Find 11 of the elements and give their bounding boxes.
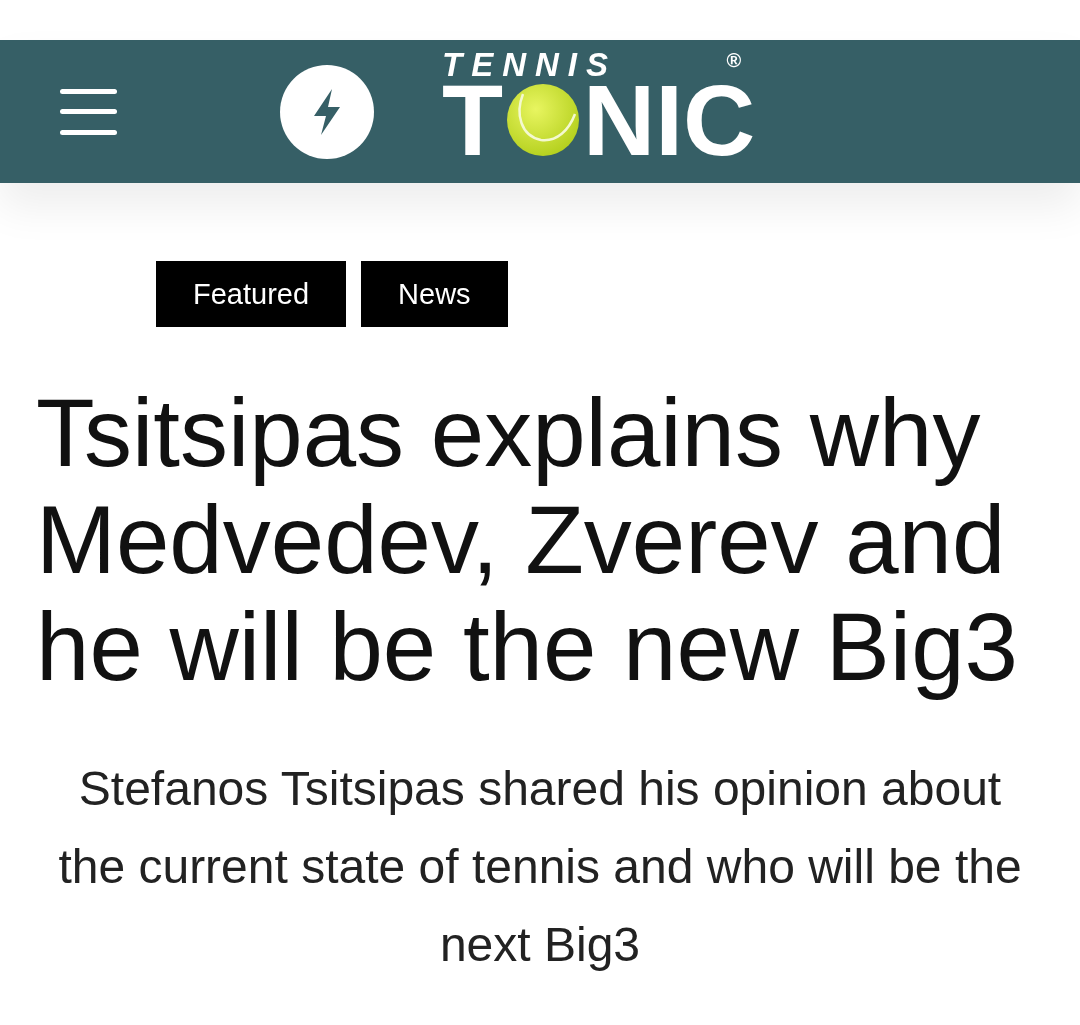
lightning-bolt-icon	[280, 64, 374, 159]
logo-text: T	[442, 81, 504, 158]
article-headline: Tsitsipas explains why Medvedev, Zverev and he will be the new Big3	[36, 379, 1019, 700]
logo-tagline: TENNIS	[442, 51, 617, 78]
registered-mark: ®	[726, 49, 742, 70]
logo-text: NIC	[583, 81, 756, 158]
category-tag[interactable]: News	[361, 261, 508, 327]
category-tag[interactable]: Featured	[156, 261, 347, 327]
article-subtitle: Stefanos Tsitsipas shared his opinion about the current state of tennis and who will be the next Big3	[57, 761, 1023, 973]
menu-icon[interactable]	[60, 88, 117, 135]
tennis-ball-icon	[507, 83, 580, 156]
